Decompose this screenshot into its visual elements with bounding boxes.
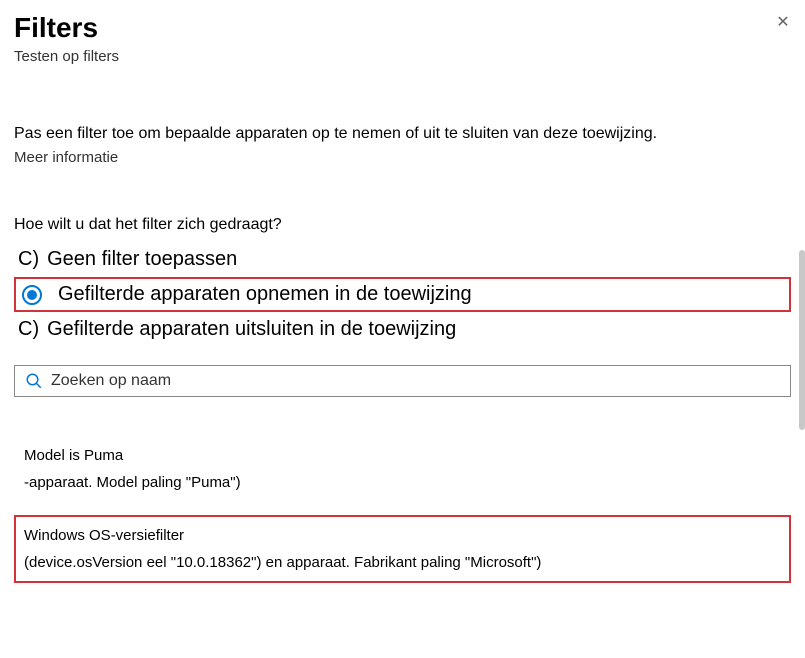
search-input[interactable] bbox=[51, 372, 780, 390]
radio-circle-icon bbox=[22, 285, 42, 305]
radio-label-none: Geen filter toepassen bbox=[47, 248, 237, 271]
radio-option-include[interactable]: Gefilterde apparaten opnemen in de toewi… bbox=[14, 277, 791, 312]
radio-letter: C) bbox=[18, 248, 39, 271]
scrollbar[interactable] bbox=[797, 250, 805, 650]
radio-label-exclude: Gefilterde apparaten uitsluiten in de to… bbox=[47, 318, 456, 341]
filter-item[interactable]: Windows OS-versiefilter (device.osVersio… bbox=[14, 515, 791, 583]
more-info-link[interactable]: Meer informatie bbox=[14, 149, 791, 166]
radio-label-include: Gefilterde apparaten opnemen in de toewi… bbox=[58, 283, 472, 306]
filter-item-expression: (device.osVersion eel "10.0.18362") en a… bbox=[24, 554, 781, 571]
close-icon: ✕ bbox=[776, 12, 789, 32]
radio-letter: C) bbox=[18, 318, 39, 341]
radio-option-exclude[interactable]: C) Gefilterde apparaten uitsluiten in de… bbox=[14, 312, 791, 347]
filter-item-expression: -apparaat. Model paling "Puma") bbox=[24, 474, 791, 491]
filter-item-name: Windows OS-versiefilter bbox=[24, 527, 781, 544]
filter-item-name: Model is Puma bbox=[24, 447, 791, 464]
intro-text: Pas een filter toe om bepaalde apparaten… bbox=[14, 125, 791, 143]
filter-mode-radio-group: C) Geen filter toepassen Gefilterde appa… bbox=[14, 242, 791, 347]
panel-subtitle: Testen op filters bbox=[14, 48, 791, 65]
search-box[interactable] bbox=[14, 365, 791, 397]
filter-item[interactable]: Model is Puma -apparaat. Model paling "P… bbox=[24, 447, 791, 491]
filter-mode-question: Hoe wilt u dat het filter zich gedraagt? bbox=[14, 216, 791, 234]
scrollbar-thumb[interactable] bbox=[799, 250, 805, 430]
filter-list: Model is Puma -apparaat. Model paling "P… bbox=[14, 447, 791, 583]
panel-title: Filters bbox=[14, 12, 791, 44]
close-button[interactable]: ✕ bbox=[773, 12, 793, 32]
radio-option-none[interactable]: C) Geen filter toepassen bbox=[14, 242, 791, 277]
search-icon bbox=[25, 372, 43, 390]
